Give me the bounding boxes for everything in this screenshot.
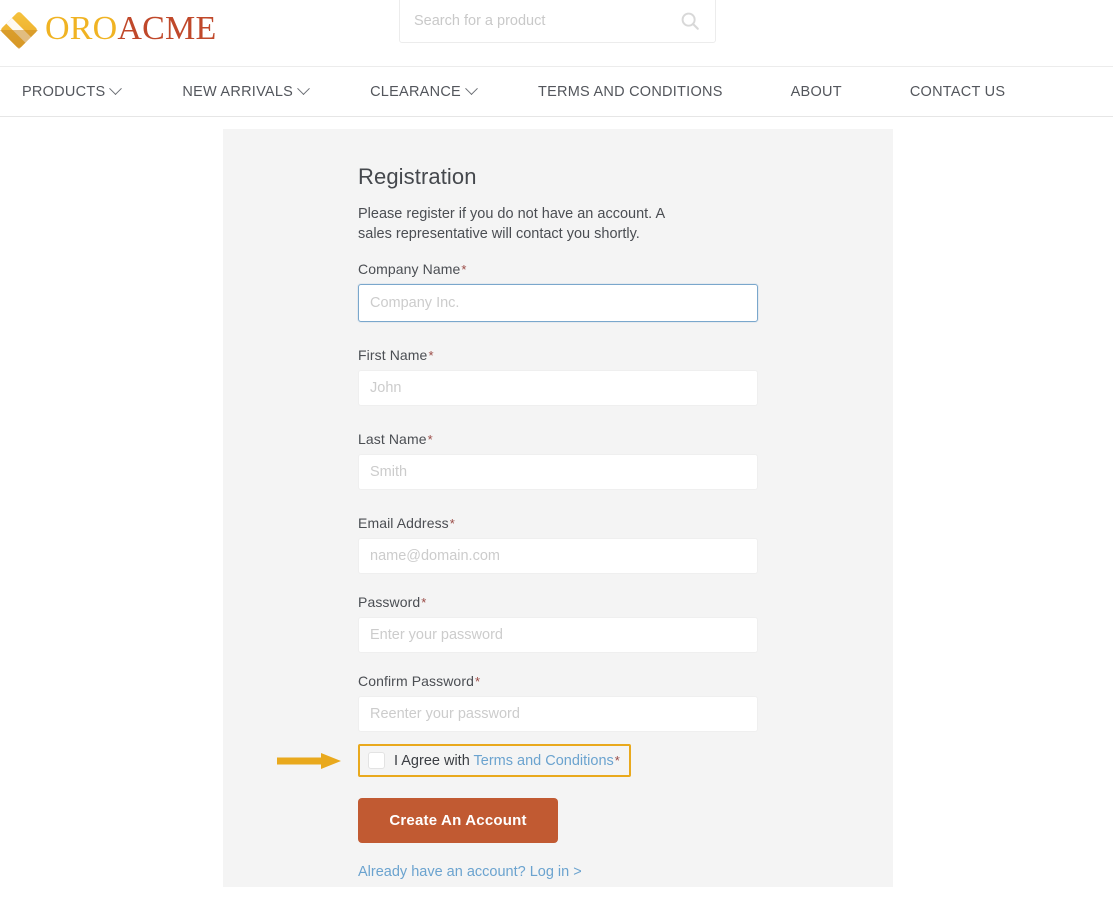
nav-item-about[interactable]: ABOUT [791,78,842,106]
logo-word-oro: ORO [45,10,118,47]
chevron-down-icon [297,82,310,96]
field-company-name: Company Name* [358,261,758,322]
label-text: Company Name [358,261,461,277]
field-last-name: Last Name* [358,431,758,490]
page-body: Registration Please register if you do n… [0,117,1113,898]
oro-diamond-logo-icon [0,12,39,50]
field-password: Password* [358,594,758,653]
required-marker: * [427,432,433,447]
terms-and-conditions-link[interactable]: Terms and Conditions [474,753,614,769]
password-input[interactable] [358,617,758,653]
field-confirm-password: Confirm Password* [358,673,758,732]
chevron-down-icon [465,82,478,96]
chevron-down-icon [109,82,123,96]
email-address-input[interactable] [358,538,758,574]
nav-item-label: CLEARANCE [370,83,461,100]
terms-agreement-row[interactable]: I Agree with Terms and Conditions* [277,744,631,777]
label-text: Password [358,594,421,610]
label-company-name: Company Name* [358,261,758,277]
label-last-name: Last Name* [358,431,758,447]
nav-item-terms-and-conditions[interactable]: TERMS AND CONDITIONS [538,78,723,106]
first-name-input[interactable] [358,370,758,406]
terms-agreement-checkbox[interactable] [368,752,385,769]
create-account-button[interactable]: Create An Account [358,798,558,843]
logo-wordmark: OROACME [45,12,216,46]
confirm-password-input[interactable] [358,696,758,732]
search-input[interactable] [414,4,679,29]
site-header: OROACME [0,0,1113,66]
label-text: Confirm Password [358,673,474,689]
search-icon[interactable] [679,10,701,32]
label-password: Password* [358,594,758,610]
field-email-address: Email Address* [358,515,758,574]
last-name-input[interactable] [358,454,758,490]
agree-prefix-text: I Agree with [394,752,474,769]
field-first-name: First Name* [358,347,758,406]
nav-item-new-arrivals[interactable]: NEW ARRIVALS [182,78,310,106]
page-title: Registration [358,164,477,189]
search-box[interactable] [399,0,716,43]
registration-panel: Registration Please register if you do n… [223,129,893,887]
required-marker: * [614,752,620,768]
nav-item-label: CONTACT US [909,83,1006,100]
nav-item-label: PRODUCTS [22,83,106,100]
login-link[interactable]: Already have an account? Log in > [358,864,582,880]
label-text: Last Name [358,431,427,447]
label-email-address: Email Address* [358,515,758,531]
label-text: Email Address [358,515,449,531]
nav-item-label: ABOUT [790,83,842,100]
terms-agreement-label: I Agree with Terms and Conditions* [394,753,620,769]
required-marker: * [474,674,481,689]
company-name-input[interactable] [358,284,758,322]
required-marker: * [461,262,467,277]
required-marker: * [449,516,455,531]
right-arrow-annotation-icon [277,752,341,769]
registration-form: Registration Please register if you do n… [277,164,758,881]
label-text: First Name [358,347,428,363]
required-marker: * [428,348,434,363]
registration-intro: Please register if you do not have an ac… [358,206,665,242]
main-navigation: PRODUCTS NEW ARRIVALS CLEARANCE TERMS AN… [0,66,1113,117]
nav-item-label: TERMS AND CONDITIONS [537,83,723,100]
logo-word-acme: ACME [117,10,217,47]
required-marker: * [421,595,427,610]
nav-item-label: NEW ARRIVALS [182,83,294,100]
nav-item-clearance[interactable]: CLEARANCE [370,78,478,106]
label-confirm-password: Confirm Password* [358,673,758,689]
nav-item-products[interactable]: PRODUCTS [22,78,123,106]
label-first-name: First Name* [358,347,758,363]
site-logo[interactable]: OROACME [0,9,216,51]
nav-item-contact-us[interactable]: CONTACT US [910,78,1005,106]
